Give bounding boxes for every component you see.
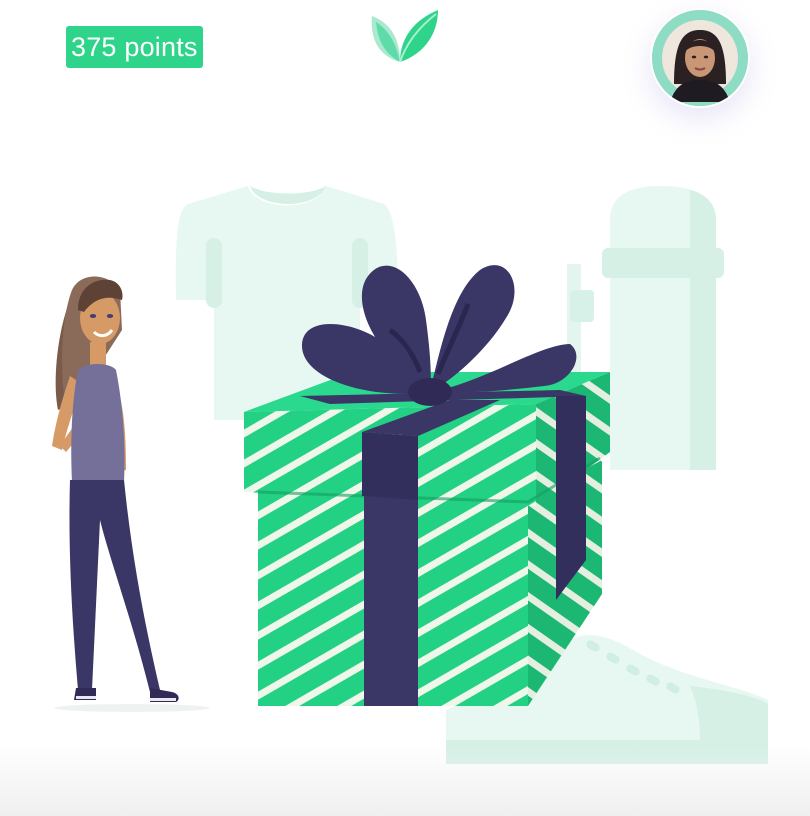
rewards-illustration: [52, 186, 768, 764]
rewards-screen: 375 points: [0, 0, 810, 816]
person-with-phone-illustration: [52, 276, 210, 712]
bottom-fade: [0, 746, 810, 816]
